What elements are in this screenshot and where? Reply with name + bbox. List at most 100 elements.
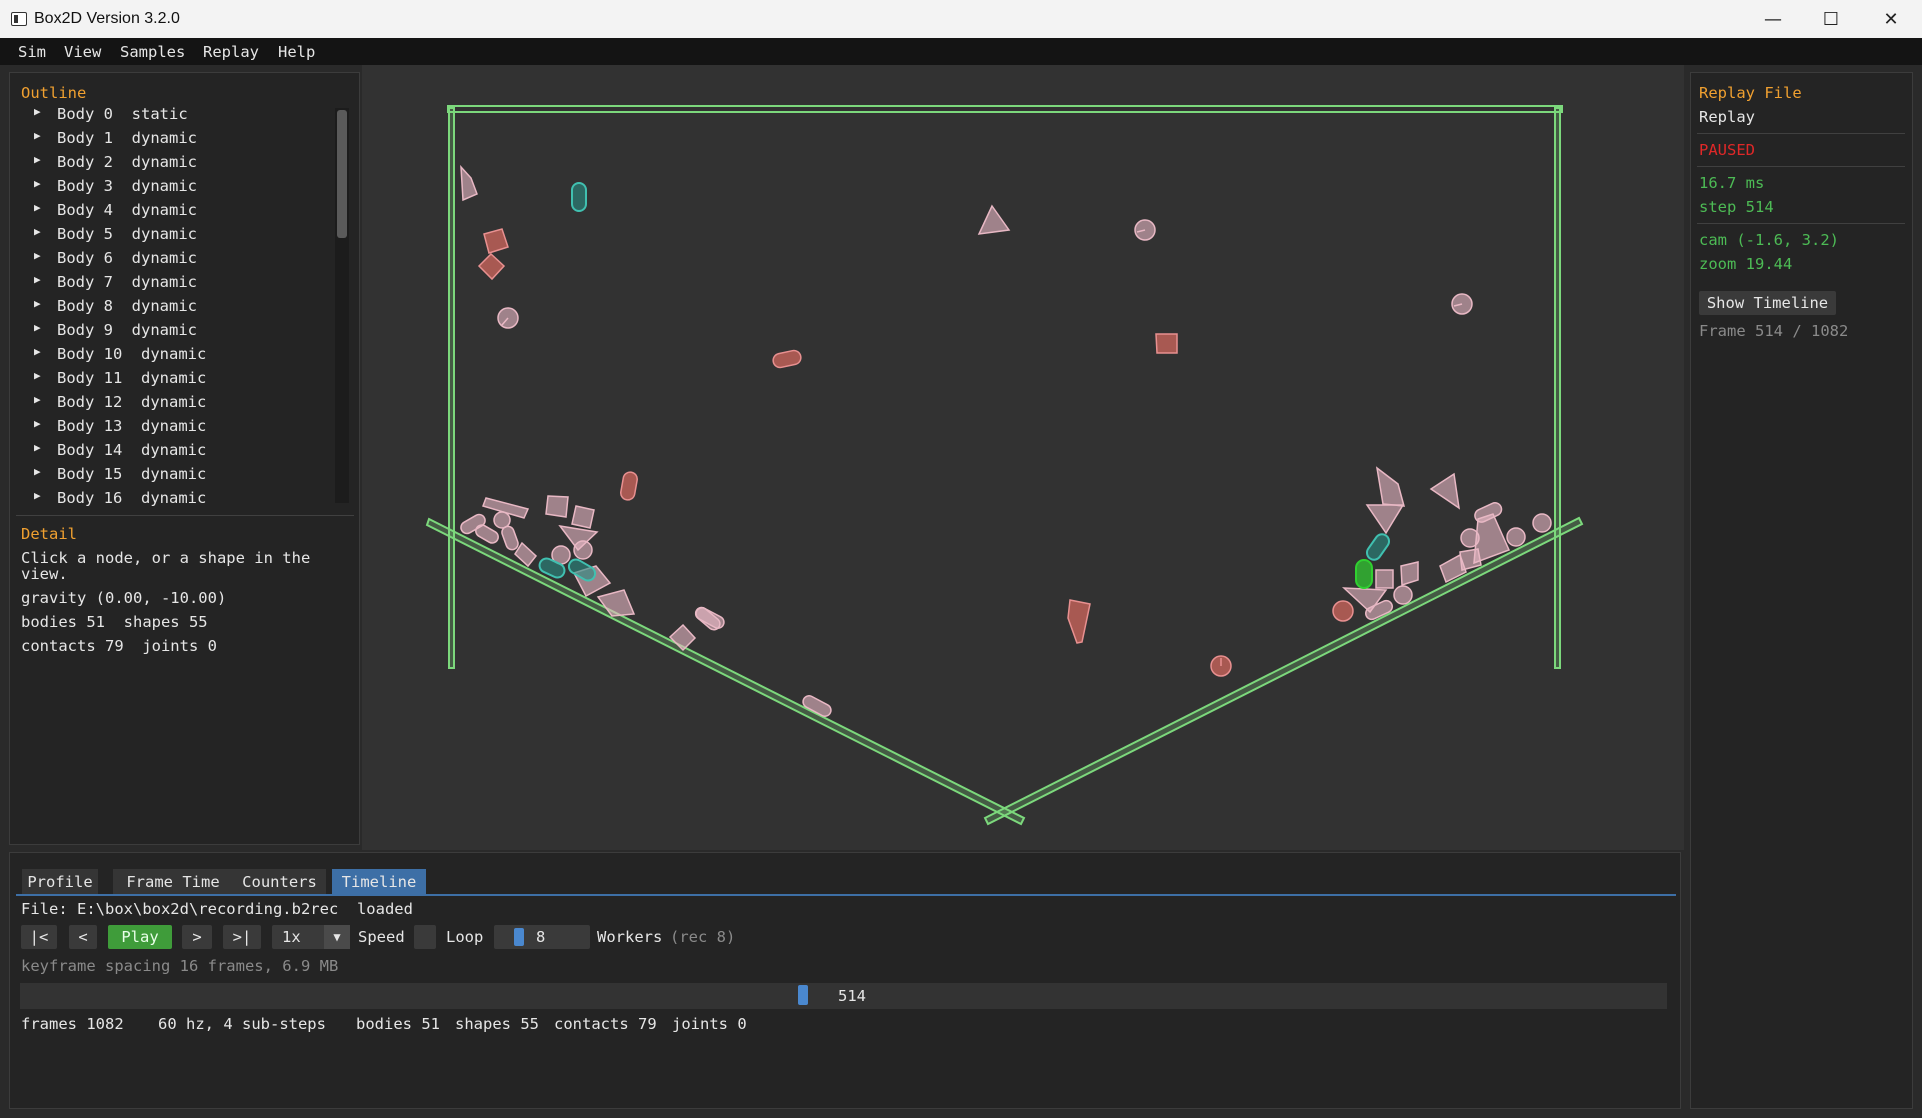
divider — [1697, 166, 1905, 167]
prev-frame-button[interactable]: < — [69, 925, 97, 949]
workers-rec: (rec 8) — [670, 928, 736, 946]
circle-body — [1532, 513, 1552, 533]
tab-timeline[interactable]: Timeline — [332, 869, 426, 894]
expand-arrow-icon[interactable]: ▶ — [34, 393, 41, 406]
outline-panel: Outline ▶ Body 0 static ▶ Body 1 dynamic ▶… — [9, 72, 360, 845]
window-title: Box2D Version 3.2.0 — [34, 10, 180, 27]
expand-arrow-icon[interactable]: ▶ — [34, 105, 41, 118]
expand-arrow-icon[interactable]: ▶ — [34, 369, 41, 382]
divider — [1697, 133, 1905, 134]
outline-scrollbar[interactable] — [335, 108, 349, 503]
file-status: File: E:\box\box2d\recording.b2rec loade… — [21, 900, 413, 918]
expand-arrow-icon[interactable]: ▶ — [34, 441, 41, 454]
outline-tree: ▶ Body 0 static ▶ Body 1 dynamic ▶ Body 2 d… — [34, 105, 207, 507]
expand-arrow-icon[interactable]: ▶ — [34, 225, 41, 238]
circle-body — [1332, 600, 1354, 622]
box-body — [571, 505, 595, 529]
last-frame-button[interactable]: >| — [223, 925, 261, 949]
ceiling-segment — [447, 105, 1563, 113]
dynamic-bodies[interactable] — [459, 164, 1552, 718]
menu-bar: Sim View Samples Replay Help — [0, 38, 1922, 65]
paused-status: PAUSED — [1699, 141, 1755, 159]
replay-heading: Replay File — [1699, 84, 1802, 102]
menu-replay[interactable]: Replay — [203, 43, 259, 61]
next-frame-button[interactable]: > — [182, 925, 212, 949]
bottom-panel: Profile Frame Time Counters Timeline Fil… — [9, 852, 1681, 1109]
triangle-body — [977, 204, 1011, 235]
timeline-knob[interactable] — [798, 985, 808, 1005]
bodies-shapes-readout: bodies 51 shapes 55 — [21, 613, 208, 631]
menu-samples[interactable]: Samples — [120, 43, 185, 61]
title-bar: Box2D Version 3.2.0 — ☐ ✕ — [0, 0, 1922, 38]
expand-arrow-icon[interactable]: ▶ — [34, 345, 41, 358]
workers-slider[interactable]: 8 — [494, 925, 590, 949]
loop-label: Loop — [446, 928, 484, 946]
expand-arrow-icon[interactable]: ▶ — [34, 201, 41, 214]
tab-counters[interactable]: Counters — [233, 869, 326, 894]
selected-body[interactable] — [1355, 559, 1373, 589]
right-wall — [1554, 107, 1561, 669]
detail-heading: Detail — [21, 525, 77, 543]
workers-slider-knob[interactable] — [514, 928, 524, 946]
speed-label: Speed — [358, 928, 405, 946]
camera-readout: cam (-1.6, 3.2) — [1699, 231, 1839, 249]
left-wall — [448, 107, 455, 669]
tab-profile[interactable]: Profile — [22, 869, 98, 894]
expand-arrow-icon[interactable]: ▶ — [34, 249, 41, 262]
expand-arrow-icon[interactable]: ▶ — [34, 153, 41, 166]
capsule-body — [567, 558, 597, 582]
expand-arrow-icon[interactable]: ▶ — [34, 465, 41, 478]
frame-time-readout: 16.7 ms — [1699, 174, 1765, 192]
expand-arrow-icon[interactable]: ▶ — [34, 489, 41, 502]
stat-shapes: shapes 55 — [455, 1015, 539, 1033]
step-readout: step 514 — [1699, 198, 1774, 216]
zoom-readout: zoom 19.44 — [1699, 255, 1793, 273]
menu-sim[interactable]: Sim — [18, 43, 46, 61]
timeline-frame-value: 514 — [838, 987, 866, 1005]
expand-arrow-icon[interactable]: ▶ — [34, 177, 41, 190]
scrollbar-thumb[interactable] — [337, 110, 347, 238]
expand-arrow-icon[interactable]: ▶ — [34, 297, 41, 310]
kinematic-bodies[interactable] — [537, 182, 1392, 583]
box-body — [545, 495, 569, 518]
menu-help[interactable]: Help — [278, 43, 315, 61]
app-icon — [11, 12, 27, 26]
stat-frames: frames 1082 — [21, 1015, 124, 1033]
box-body — [1155, 333, 1178, 354]
scene-canvas[interactable] — [362, 65, 1684, 850]
show-timeline-button[interactable]: Show Timeline — [1699, 291, 1836, 315]
speed-select[interactable]: 1x ▼ — [272, 925, 350, 949]
expand-arrow-icon[interactable]: ▶ — [34, 273, 41, 286]
maximize-button[interactable]: ☐ — [1802, 0, 1860, 38]
speed-value: 1x — [282, 928, 301, 946]
loop-checkbox[interactable] — [414, 925, 436, 949]
expand-arrow-icon[interactable]: ▶ — [34, 417, 41, 430]
play-button[interactable]: Play — [108, 925, 172, 949]
circle-body — [493, 511, 511, 529]
divider — [16, 515, 354, 516]
dropdown-arrow-icon[interactable]: ▼ — [324, 925, 350, 949]
expand-arrow-icon[interactable]: ▶ — [34, 321, 41, 334]
tab-underline — [16, 894, 1676, 896]
simulation-viewport[interactable] — [362, 65, 1684, 850]
capsule-body — [620, 471, 638, 501]
timeline-scrubber[interactable]: 514 — [20, 983, 1667, 1009]
circle-body — [573, 540, 593, 560]
first-frame-button[interactable]: |< — [21, 925, 57, 949]
outline-heading: Outline — [21, 84, 87, 102]
polygon-body — [1375, 466, 1406, 507]
box-body — [1400, 561, 1419, 587]
minimize-button[interactable]: — — [1744, 0, 1802, 38]
polygon-body — [460, 164, 478, 202]
stat-bodies: bodies 51 — [356, 1015, 440, 1033]
expand-arrow-icon[interactable]: ▶ — [34, 129, 41, 142]
tab-frame-time[interactable]: Frame Time — [113, 869, 233, 894]
polygon-body — [1365, 504, 1405, 535]
stat-rate: 60 hz, 4 sub-steps — [158, 1015, 326, 1033]
close-button[interactable]: ✕ — [1862, 0, 1920, 38]
capsule-body — [1355, 559, 1373, 589]
menu-view[interactable]: View — [64, 43, 101, 61]
ground-body[interactable] — [425, 105, 1584, 826]
polygon-body — [1067, 599, 1091, 644]
capsule-body — [694, 606, 721, 631]
